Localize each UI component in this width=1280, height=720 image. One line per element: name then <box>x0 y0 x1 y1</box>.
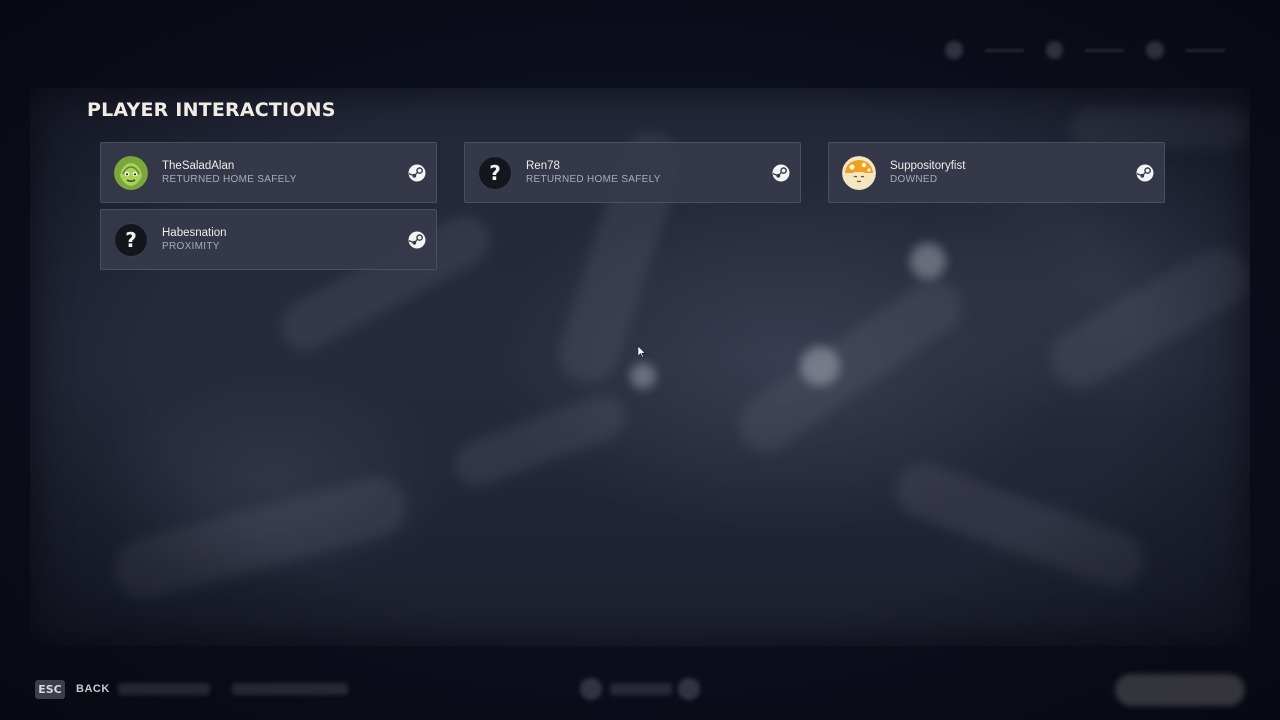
nav-tab-icon <box>1146 41 1164 59</box>
player-card[interactable]: ? Habesnation PROXIMITY <box>100 209 437 270</box>
player-name: Suppositoryfist <box>890 160 966 172</box>
player-status: RETURNED HOME SAFELY <box>526 174 661 185</box>
esc-key-hint[interactable]: ESC <box>35 680 65 699</box>
unknown-avatar-icon: ? <box>114 223 148 257</box>
faded-hint <box>232 683 348 695</box>
nav-tab-icon <box>1045 41 1064 59</box>
steam-icon[interactable] <box>1136 164 1154 182</box>
steam-icon[interactable] <box>408 231 426 249</box>
nav-separator <box>1185 48 1226 52</box>
nav-separator <box>984 48 1024 52</box>
footer-bar: ESC BACK <box>0 672 1280 708</box>
game-menu-screen: PLAYER INTERACTIONS TheSaladAlan RETURNE… <box>0 0 1280 720</box>
nav-separator <box>1085 48 1125 52</box>
player-card[interactable]: Suppositoryfist DOWNED <box>828 142 1165 203</box>
nav-tab-icon <box>945 41 963 59</box>
mouse-cursor-icon <box>638 346 646 358</box>
unknown-avatar-icon: ? <box>478 156 512 190</box>
top-navigation-faded <box>945 30 1226 70</box>
player-card[interactable]: ? Ren78 RETURNED HOME SAFELY <box>464 142 801 203</box>
steam-icon[interactable] <box>772 164 790 182</box>
player-status: RETURNED HOME SAFELY <box>162 174 297 185</box>
page-title: PLAYER INTERACTIONS <box>87 99 336 121</box>
faded-action-button <box>1115 674 1245 706</box>
faded-hint <box>610 683 672 695</box>
lettuce-avatar-icon <box>114 156 148 190</box>
player-name: TheSaladAlan <box>162 160 235 172</box>
player-name: Habesnation <box>162 227 227 239</box>
mushroom-avatar-icon <box>842 156 876 190</box>
player-card[interactable]: TheSaladAlan RETURNED HOME SAFELY <box>100 142 437 203</box>
player-status: DOWNED <box>890 174 938 185</box>
back-button[interactable]: BACK <box>76 683 110 695</box>
steam-icon[interactable] <box>408 164 426 182</box>
faded-bumper-icon <box>580 678 602 700</box>
faded-hint <box>118 683 210 695</box>
faded-bumper-icon <box>678 678 700 700</box>
player-name: Ren78 <box>526 160 560 172</box>
player-status: PROXIMITY <box>162 241 220 252</box>
